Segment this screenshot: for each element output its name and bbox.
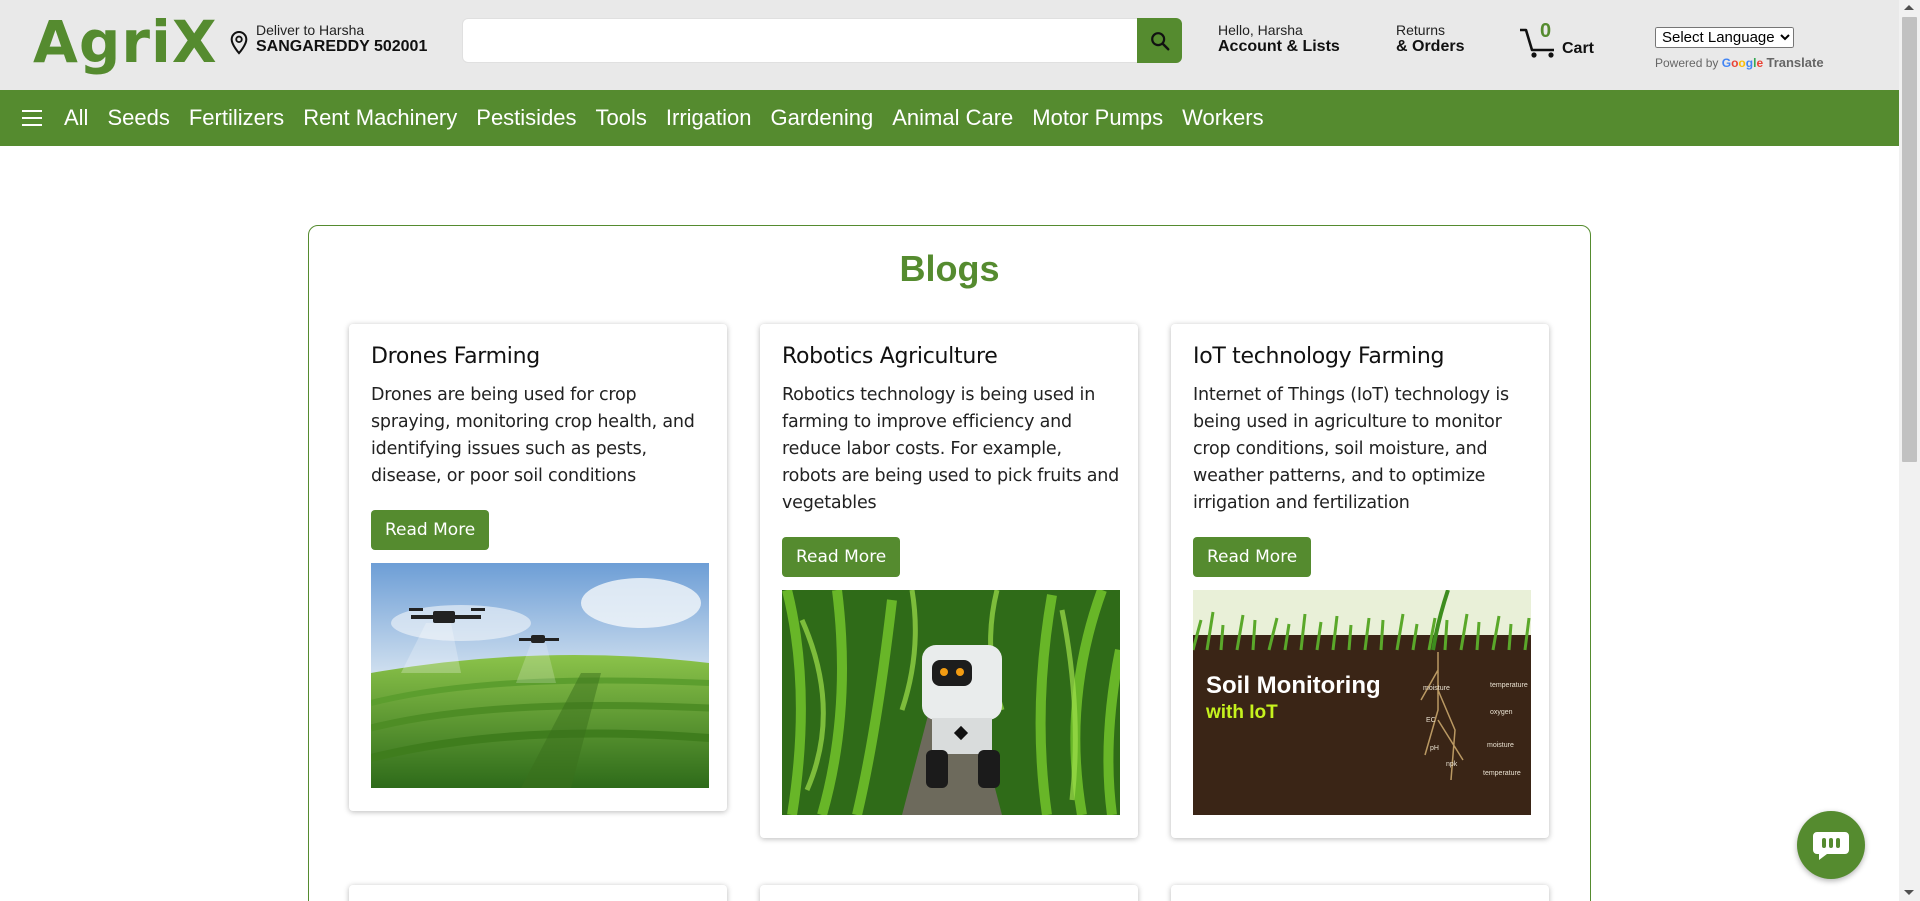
nav-item-irrigation[interactable]: Irrigation [666, 105, 752, 131]
nav-item-animal-care[interactable]: Animal Care [892, 105, 1013, 131]
blog-card-text: Robotics technology is being used in far… [782, 385, 1120, 513]
chat-bot-icon [1813, 832, 1849, 860]
nav-item-workers[interactable]: Workers [1182, 105, 1264, 131]
image-label: temperature [1490, 682, 1528, 689]
scrollbar-thumb[interactable] [1902, 17, 1917, 462]
orders-label: & Orders [1396, 38, 1465, 55]
page: AgriX Deliver to Harsha SANGAREDDY 50200… [0, 0, 1920, 901]
blog-card-drones: Drones Farming Drones are being used for… [349, 324, 727, 811]
powered-by-google-translate: Powered by Google Translate [1655, 55, 1824, 70]
greeting: Hello, Harsha [1218, 22, 1303, 38]
cart-label: Cart [1562, 40, 1595, 57]
location-pin-icon [230, 30, 248, 55]
blog-card [760, 885, 1138, 901]
account-lists-label: Account & Lists [1218, 38, 1340, 55]
nav-item-seeds[interactable]: Seeds [107, 105, 169, 131]
search-input[interactable] [463, 19, 1133, 62]
image-subtitle: with IoT [1205, 702, 1278, 723]
scroll-down-icon[interactable] [1904, 890, 1914, 895]
blog-card-text: Drones are being used for crop spraying,… [371, 385, 695, 486]
scroll-up-icon[interactable] [1904, 5, 1914, 10]
deliver-label: Deliver to Harsha [256, 22, 365, 38]
blog-card-text: Internet of Things (IoT) technology is b… [1193, 385, 1509, 513]
blogs-title: Blogs [899, 248, 1000, 289]
account-lists-link[interactable]: Hello, Harsha Account & Lists [1218, 22, 1340, 56]
language-selector: Select Language [1655, 27, 1794, 48]
blog-card-title: IoT technology Farming [1193, 344, 1445, 369]
image-label: pH [1430, 745, 1439, 752]
search-button[interactable] [1137, 18, 1182, 63]
image-label: moisture [1423, 685, 1450, 692]
search-icon [1150, 31, 1169, 50]
blog-card [1171, 885, 1549, 901]
top-header: AgriX Deliver to Harsha SANGAREDDY 50200… [0, 0, 1899, 90]
read-more-button[interactable]: Read More [782, 537, 901, 577]
category-nav: All Seeds Fertilizers Rent Machinery Pes… [0, 90, 1899, 146]
nav-item-tools[interactable]: Tools [596, 105, 647, 131]
nav-item-gardening[interactable]: Gardening [771, 105, 874, 131]
blog-card [349, 885, 727, 901]
blog-card-iot: IoT technology Farming Internet of Thing… [1171, 324, 1549, 838]
read-more-button[interactable]: Read More [1193, 537, 1312, 577]
translate-link[interactable]: Translate [1766, 55, 1823, 70]
site-logo[interactable]: AgriX [33, 8, 218, 76]
nav-item-pestisides[interactable]: Pestisides [476, 105, 576, 131]
nav-item-motor-pumps[interactable]: Motor Pumps [1032, 105, 1163, 131]
image-label: temperature [1483, 770, 1521, 777]
returns-orders-link[interactable]: Returns & Orders [1396, 22, 1464, 56]
search-bar [462, 18, 1182, 63]
hamburger-menu-icon[interactable] [22, 110, 42, 126]
returns-label: Returns [1396, 22, 1446, 38]
image-label: npk [1446, 761, 1458, 768]
cart-link[interactable]: 0 Cart [1518, 20, 1598, 60]
drones-image [371, 563, 709, 788]
image-title: Soil Monitoring [1206, 672, 1381, 699]
image-label: oxygen [1490, 709, 1513, 716]
image-label: moisture [1487, 742, 1514, 749]
robotics-image [782, 590, 1120, 815]
blog-card-title: Drones Farming [371, 344, 540, 369]
iot-soil-image: Soil Monitoring with IoT moisture temper… [1193, 590, 1531, 815]
blog-card-title: Robotics Agriculture [782, 344, 998, 369]
cart-count: 0 [1540, 20, 1552, 42]
nav-item-rent-machinery[interactable]: Rent Machinery [303, 105, 457, 131]
deliver-address: SANGAREDDY 502001 [256, 38, 428, 55]
blogs-section: Blogs Drones Farming Drones are being us… [308, 225, 1591, 901]
deliver-to[interactable]: Deliver to Harsha SANGAREDDY 502001 [228, 22, 427, 56]
blog-card-robotics: Robotics Agriculture Robotics technology… [760, 324, 1138, 838]
read-more-button[interactable]: Read More [371, 510, 490, 550]
google-logo: Google [1721, 56, 1764, 70]
page-scrollbar[interactable] [1899, 0, 1920, 901]
nav-item-all[interactable]: All [64, 105, 88, 131]
chat-bot-button[interactable] [1797, 811, 1865, 879]
powered-by-label: Powered by [1655, 56, 1719, 70]
image-label: EC [1426, 717, 1436, 724]
language-select[interactable]: Select Language [1655, 27, 1794, 48]
nav-item-fertilizers[interactable]: Fertilizers [189, 105, 284, 131]
